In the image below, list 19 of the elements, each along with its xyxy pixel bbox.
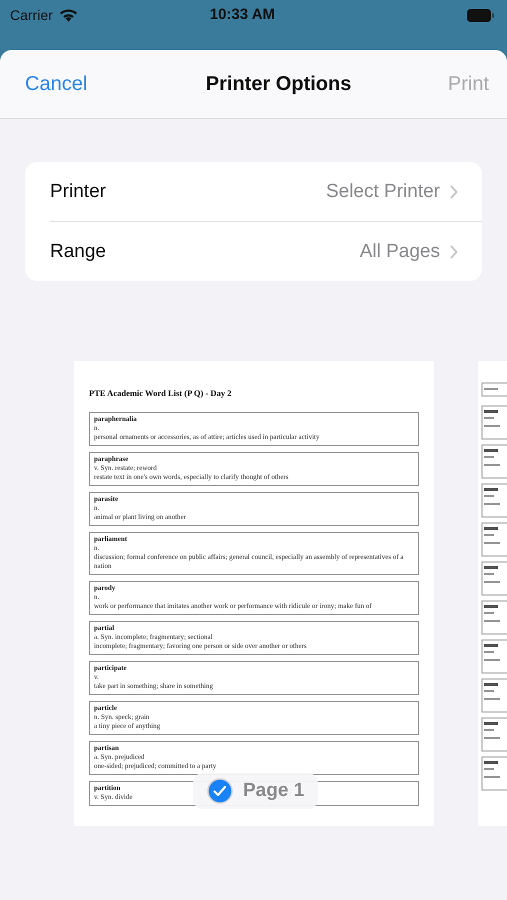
page-badge[interactable]: Page 1 [193, 773, 318, 809]
option-value: Select Printer [326, 180, 440, 202]
option-value: All Pages [360, 240, 440, 262]
option-row[interactable]: Printer Select Printer [50, 162, 482, 221]
chevron-icon [450, 244, 458, 258]
document-title: PTE Academic Word List (P Q) - Day 2 [89, 389, 232, 398]
cancel-button[interactable]: Cancel [25, 72, 88, 96]
option-label: Range [50, 240, 107, 262]
option-row[interactable]: Range All Pages [50, 221, 482, 281]
battery-icon [467, 9, 495, 22]
page-preview[interactable] [74, 361, 434, 826]
next-page-drawing[interactable] [478, 361, 507, 826]
chevron-icon [450, 184, 458, 198]
carrier-name: Carrier [10, 7, 53, 23]
page-label: Page 1 [243, 780, 304, 802]
option-label: Printer [50, 180, 107, 202]
status-time: 10:33 AM [208, 6, 276, 23]
wifi-icon [58, 9, 78, 23]
sheet-title: Printer Options [206, 72, 352, 96]
